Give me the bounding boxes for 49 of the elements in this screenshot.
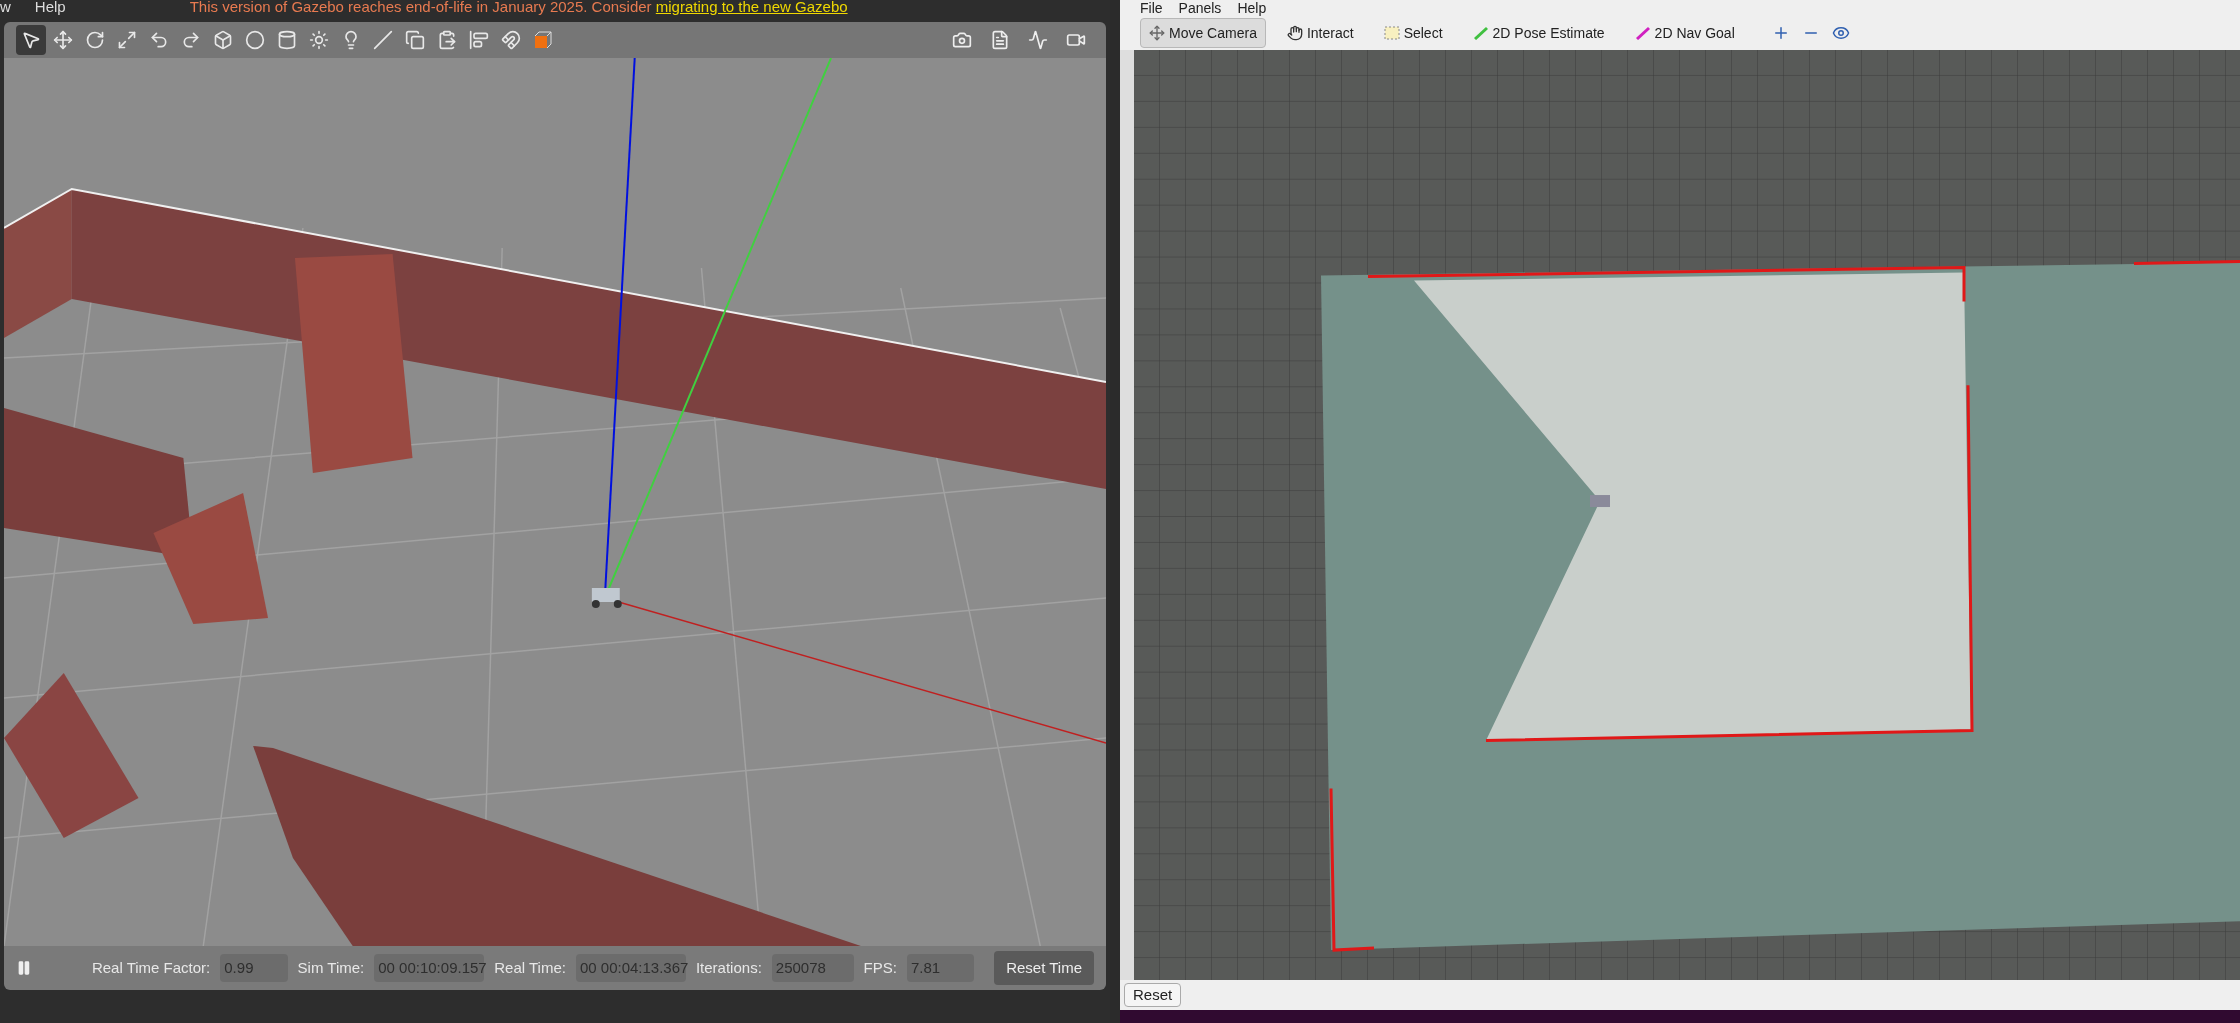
undo-icon [149,30,169,50]
reset-button[interactable]: Reset [1124,982,1182,1008]
cylinder-icon [277,30,297,50]
pointer-icon [21,30,41,50]
cube-icon [533,30,553,50]
tool-button[interactable]: Select [1374,18,1452,48]
menu-item[interactable]: File [1140,0,1163,16]
status-label: FPS: [863,957,897,978]
move-icon [53,30,73,50]
redo-icon [181,30,201,50]
status-value: 0.99 [220,953,288,983]
tool-button[interactable]: Move Camera [1140,18,1266,48]
plot-icon[interactable] [1028,30,1048,50]
magnet-icon [501,30,521,50]
align-icon [469,30,489,50]
menu-item[interactable]: Help [1237,0,1267,16]
status-label: Sim Time: [297,957,365,978]
reset-time-button[interactable]: Reset Time [994,950,1094,986]
menu-item[interactable]: w [0,0,11,14]
status-value: 00 00:04:13.367 [575,953,686,983]
status-value: 7.81 [906,953,975,983]
status-value: 250078 [771,953,854,983]
eol-notice: This version of Gazebo reaches end-of-life in January 2025. Consider migrating to the new Gazebo [189,0,848,14]
copy-icon [405,30,425,50]
paste-icon [437,30,457,50]
sphere-icon [245,30,265,50]
splitter-handle[interactable] [1120,50,1134,980]
status-label: Iterations: [695,957,762,978]
tool-button[interactable]: 2D Nav Goal [1625,18,1744,48]
tool-button[interactable]: Interact [1277,18,1363,48]
tool-button[interactable] [16,25,46,55]
hand-icon [1286,25,1303,41]
move-camera-icon [1149,25,1165,41]
tool-button[interactable]: 2D Pose Estimate [1463,18,1614,48]
scale-icon [117,30,137,50]
lines-icon [373,30,393,50]
migration-link[interactable]: migrating to the new Gazebo [655,0,848,15]
status-label: Real Time Factor: [91,957,211,978]
status-label: Real Time: [494,957,566,978]
sun-icon [309,30,329,50]
eye-icon[interactable] [1831,24,1850,42]
status-value: 00 00:10:09.157 [374,953,485,983]
menu-item[interactable]: Help [34,0,66,14]
select-box-icon [1383,26,1400,40]
rotate-icon [85,30,105,50]
log-icon[interactable] [990,30,1010,50]
box-icon [213,30,233,50]
camera-icon[interactable] [952,30,972,50]
menu-item[interactable]: Panels [1178,0,1222,16]
